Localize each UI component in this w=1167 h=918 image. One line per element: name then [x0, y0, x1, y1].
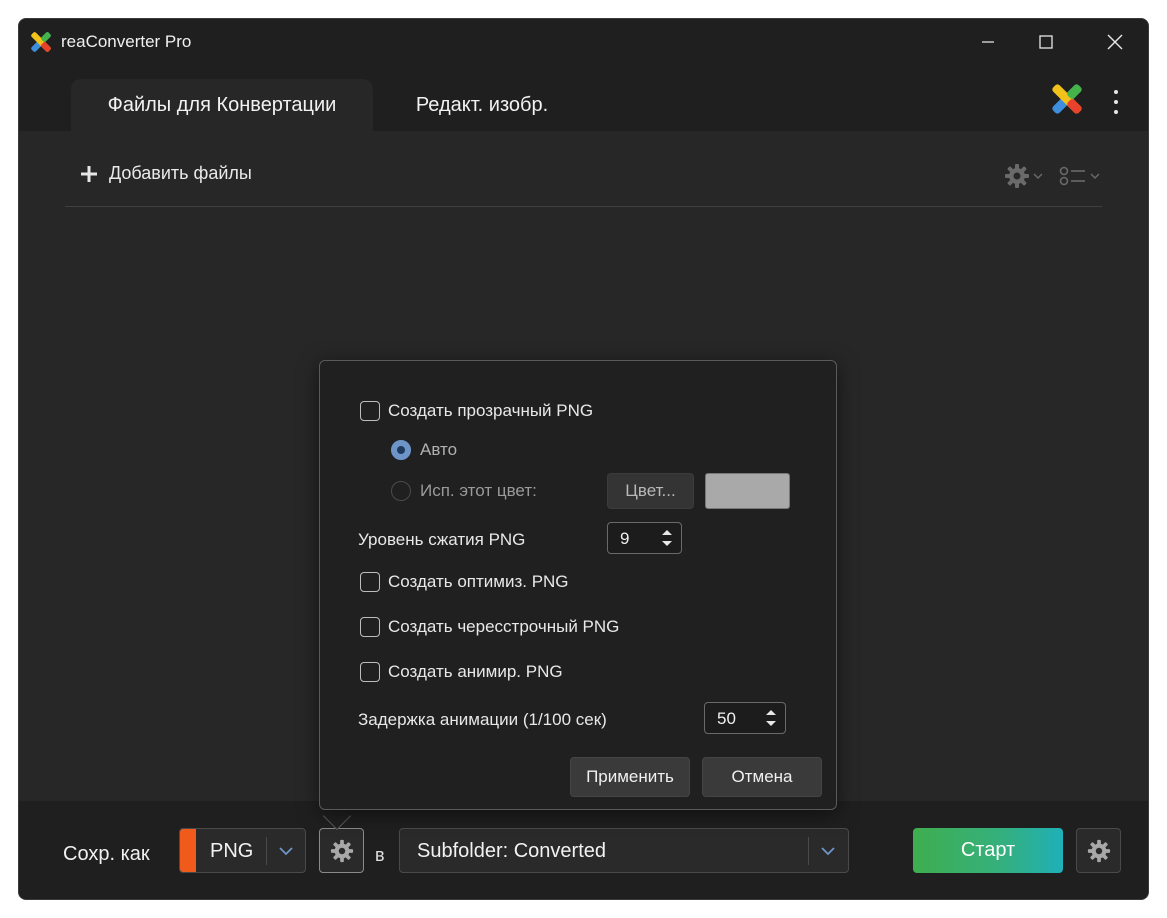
divider [808, 837, 809, 865]
maximize-button[interactable] [1023, 19, 1069, 65]
list-view-icon [1059, 166, 1085, 186]
tab-files[interactable]: Файлы для Конвертации [71, 79, 373, 131]
format-settings-button[interactable] [319, 828, 364, 873]
brand-logo-icon[interactable] [1047, 79, 1087, 119]
chevron-down-icon[interactable] [278, 843, 294, 859]
view-mode-button[interactable] [1059, 165, 1100, 187]
chevron-down-icon[interactable] [820, 843, 836, 859]
title-bar[interactable]: reaConverter Pro [19, 19, 1148, 65]
color-swatch[interactable] [705, 473, 790, 509]
animation-delay-label: Задержка анимации (1/100 сек) [358, 710, 607, 729]
interlaced-png-label: Создать чересстрочный PNG [388, 617, 620, 636]
folder-value: Subfolder: Converted [417, 840, 607, 862]
files-toolbar: Добавить файлы [65, 131, 1102, 207]
compression-label: Уровень сжатия PNG [358, 530, 526, 549]
tab-image-edit[interactable]: Редакт. изобр. [387, 79, 577, 131]
chevron-down-icon [1090, 173, 1100, 179]
gear-icon [1087, 839, 1110, 862]
transparent-png-label: Создать прозрачный PNG [388, 401, 594, 420]
animated-png-label: Создать анимир. PNG [388, 662, 563, 681]
transparent-png-option[interactable]: Создать прозрачный PNG [360, 401, 593, 421]
delay-value: 50 [717, 709, 736, 728]
auto-radio[interactable] [391, 440, 411, 460]
auto-label: Авто [420, 440, 458, 459]
save-as-label: Сохр. как [63, 843, 150, 865]
optimized-png-label: Создать оптимиз. PNG [388, 572, 569, 591]
output-format-select[interactable]: PNG [179, 828, 306, 873]
spin-arrows-icon[interactable] [661, 527, 673, 549]
gear-icon [330, 839, 353, 862]
maximize-icon [1039, 35, 1053, 49]
auto-color-option[interactable]: Авто [391, 440, 457, 460]
minimize-icon [982, 41, 994, 43]
window-title: reaConverter Pro [61, 32, 192, 51]
close-button[interactable] [1092, 19, 1138, 65]
transparent-png-checkbox[interactable] [360, 401, 380, 421]
app-logo-icon [31, 32, 51, 52]
divider [266, 837, 267, 865]
animated-png-option[interactable]: Создать анимир. PNG [360, 662, 563, 682]
add-files-button[interactable]: Добавить файлы [79, 163, 252, 184]
tab-bar: Файлы для Конвертации Редакт. изобр. [19, 65, 1148, 131]
cancel-button[interactable]: Отмена [702, 757, 822, 797]
compression-level-stepper[interactable]: 9 [607, 522, 682, 554]
list-settings-button[interactable] [1004, 163, 1043, 189]
color-picker-button[interactable]: Цвет... [607, 473, 694, 509]
optimized-png-checkbox[interactable] [360, 572, 380, 592]
png-options-popup: Создать прозрачный PNG Авто Исп. этот цв… [319, 360, 837, 810]
compression-value: 9 [620, 529, 630, 548]
global-settings-button[interactable] [1076, 828, 1121, 873]
add-files-label: Добавить файлы [109, 163, 252, 183]
use-color-label: Исп. этот цвет: [420, 481, 537, 500]
plus-icon [81, 165, 97, 182]
format-value: PNG [210, 840, 254, 862]
animated-png-checkbox[interactable] [360, 662, 380, 682]
use-color-option[interactable]: Исп. этот цвет: [391, 481, 537, 501]
minimize-button[interactable] [965, 19, 1011, 65]
output-folder-select[interactable]: Subfolder: Converted [399, 828, 849, 873]
spin-arrows-icon[interactable] [765, 707, 777, 729]
close-icon [1107, 34, 1123, 50]
bottom-bar: Сохр. как PNG в Subfolder: Converted Ста… [19, 801, 1148, 899]
in-label: в [375, 845, 385, 865]
use-color-radio[interactable] [391, 481, 411, 501]
gear-icon [1005, 164, 1029, 188]
optimized-png-option[interactable]: Создать оптимиз. PNG [360, 572, 569, 592]
start-button[interactable]: Старт [913, 828, 1063, 873]
format-color-stripe [180, 829, 196, 872]
apply-button[interactable]: Применить [570, 757, 690, 797]
chevron-down-icon [1033, 173, 1043, 179]
animation-delay-stepper[interactable]: 50 [704, 702, 786, 734]
interlaced-png-checkbox[interactable] [360, 617, 380, 637]
interlaced-png-option[interactable]: Создать чересстрочный PNG [360, 617, 619, 637]
more-menu-icon[interactable] [1106, 87, 1126, 117]
